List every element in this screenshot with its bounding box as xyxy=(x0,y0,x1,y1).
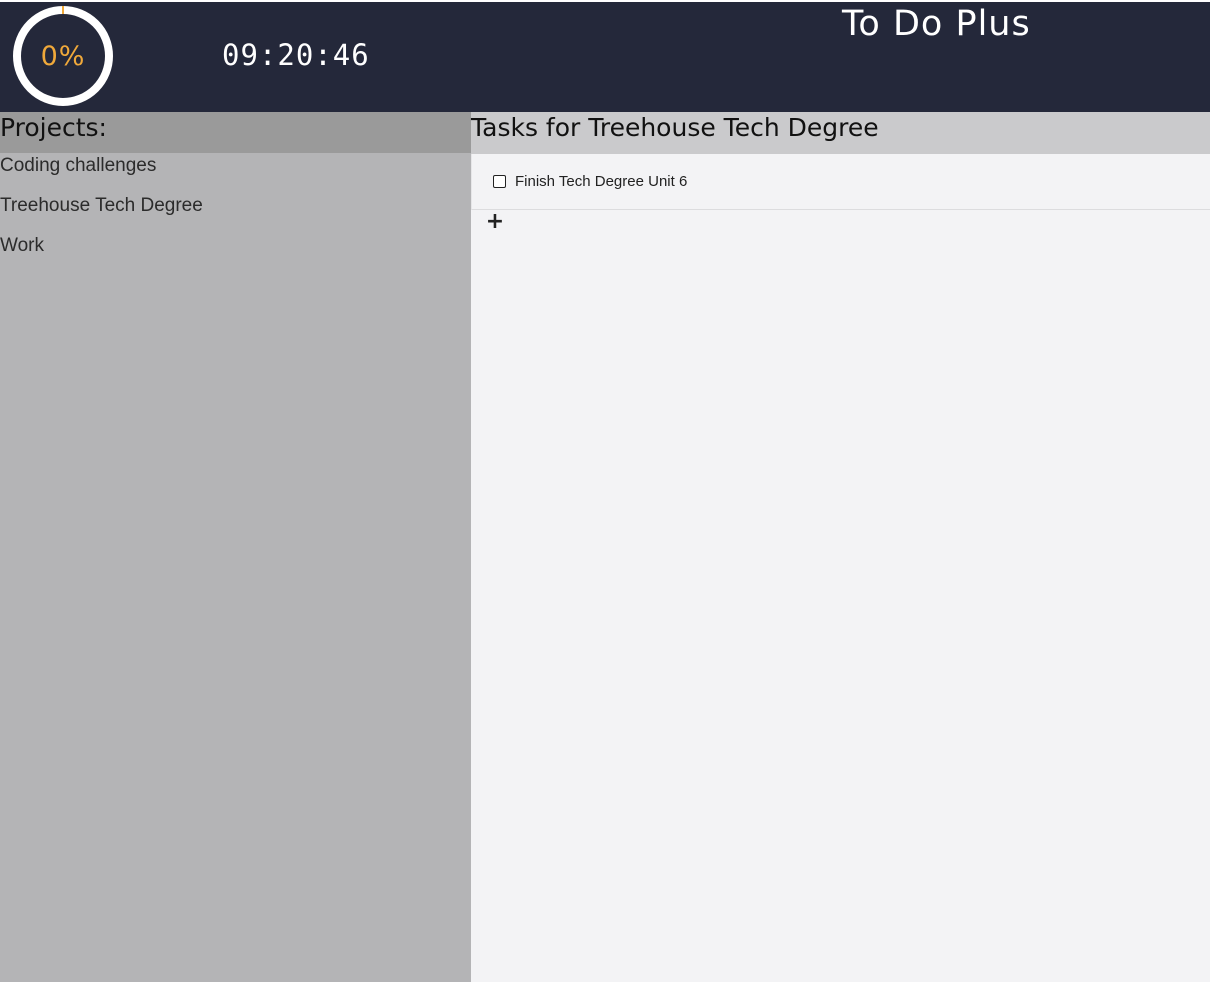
add-task-button[interactable]: + xyxy=(485,210,505,234)
task-label: Finish Tech Degree Unit 6 xyxy=(515,173,688,190)
clock: 09:20:46 xyxy=(222,38,370,72)
app-title: To Do Plus xyxy=(842,4,1031,44)
sidebar-item-work[interactable]: Work xyxy=(0,233,471,273)
sidebar-item-treehouse-tech-degree[interactable]: Treehouse Tech Degree xyxy=(0,193,471,233)
progress-percentage: 0% xyxy=(40,40,86,72)
tasks-panel: Tasks for Treehouse Tech Degree Finish T… xyxy=(471,112,1210,982)
app-header: 0% 09:20:46 To Do Plus xyxy=(0,2,1210,112)
projects-title: Projects: xyxy=(0,112,471,153)
task-row: Finish Tech Degree Unit 6 xyxy=(471,154,1210,210)
tasks-title: Tasks for Treehouse Tech Degree xyxy=(471,112,1210,154)
projects-sidebar: Projects: Coding challenges Treehouse Te… xyxy=(0,112,471,982)
project-list: Coding challenges Treehouse Tech Degree … xyxy=(0,153,471,273)
sidebar-item-coding-challenges[interactable]: Coding challenges xyxy=(0,153,471,193)
task-checkbox[interactable] xyxy=(493,175,506,188)
